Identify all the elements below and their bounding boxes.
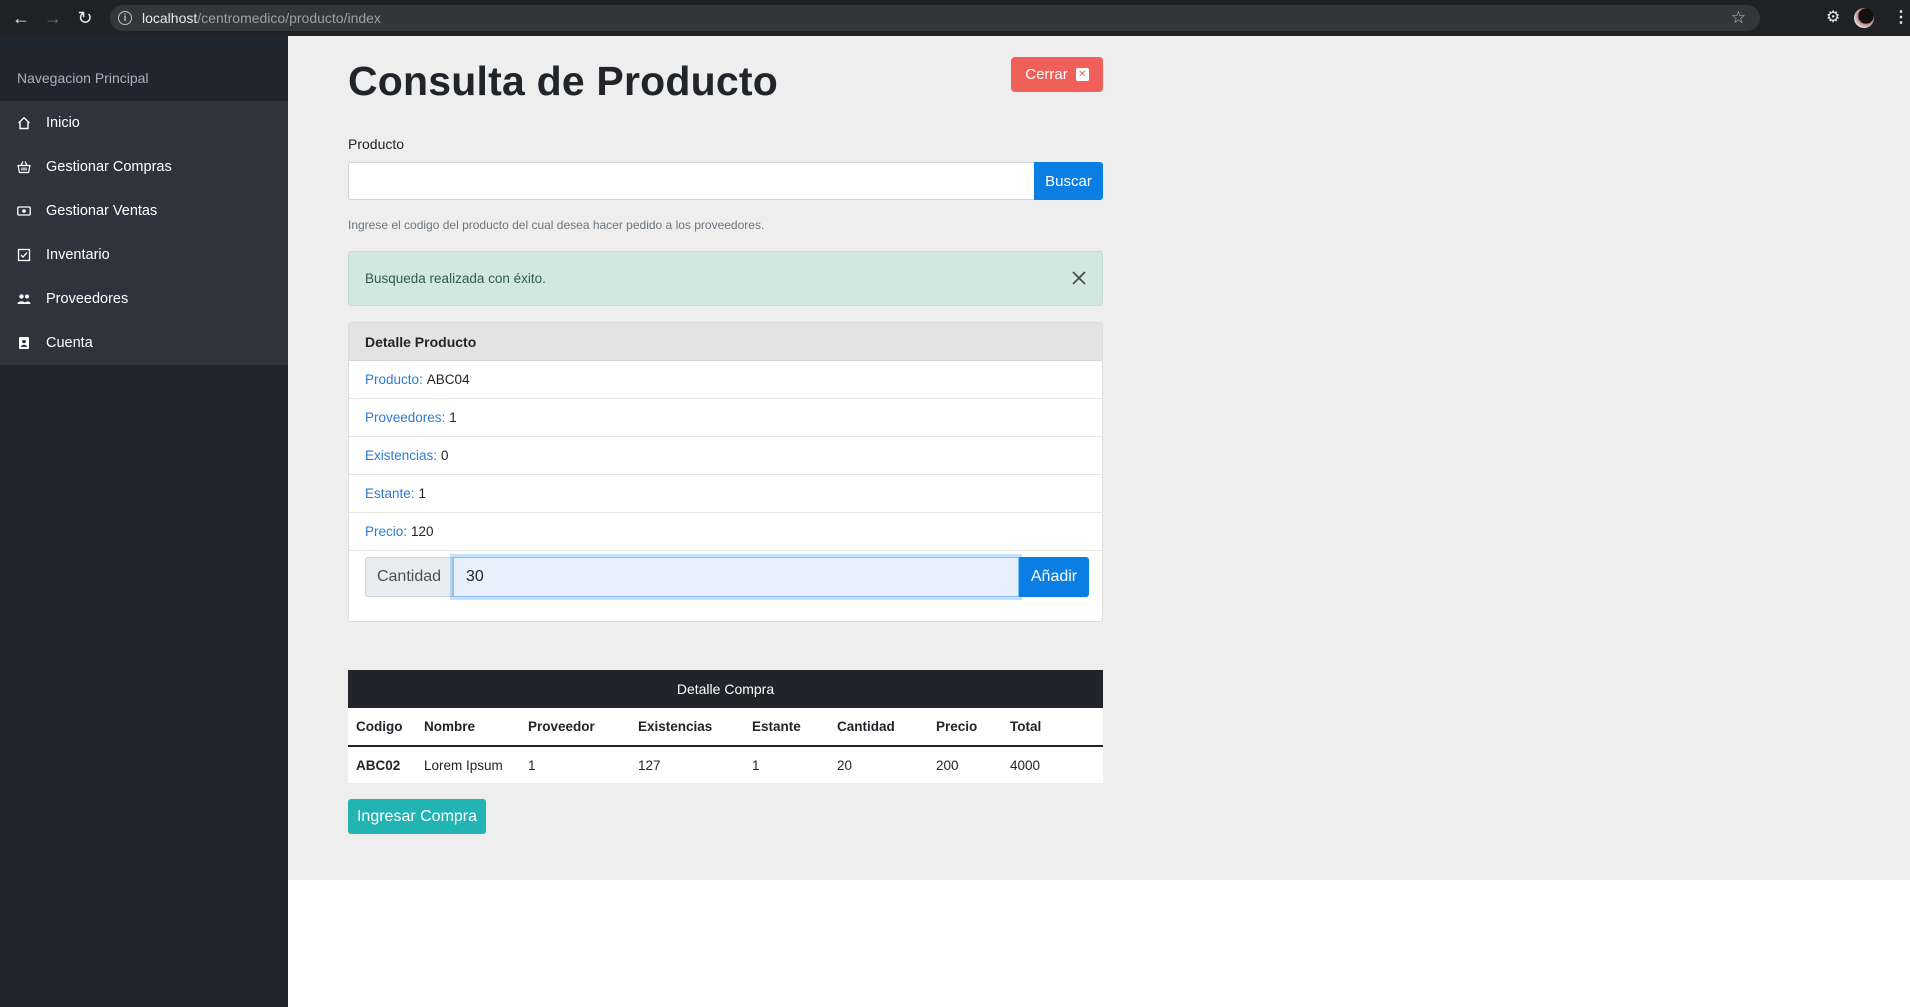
detail-value: 1	[449, 410, 457, 425]
add-button[interactable]: Añadir	[1019, 557, 1089, 597]
table-cell: 1	[752, 757, 760, 773]
sidebar-item-inicio[interactable]: Inicio	[0, 101, 288, 145]
extensions-puzzle-icon[interactable]: ⚙	[1826, 7, 1840, 27]
table-cell: 4000	[1010, 757, 1041, 773]
success-alert: Busqueda realizada con éxito.	[348, 251, 1103, 306]
page-title: Consulta de Producto	[348, 58, 778, 104]
product-detail-card: Detalle Producto Producto: ABC04 Proveed…	[348, 322, 1103, 622]
money-icon	[17, 204, 31, 218]
main-content: Consulta de Producto Cerrar ✕ Producto B…	[288, 36, 1910, 880]
address-bar[interactable]: i localhost /centromedico/producto/index…	[110, 5, 1760, 31]
url-host: localhost	[142, 10, 198, 26]
browser-toolbar: ← → ↻ i localhost /centromedico/producto…	[0, 0, 1910, 36]
table-cell: 200	[936, 757, 959, 773]
table-cell: 127	[638, 757, 661, 773]
detail-key: Existencias:	[365, 448, 438, 463]
users-icon	[17, 292, 31, 306]
table-cell: ABC02	[356, 757, 401, 773]
submit-purchase-button[interactable]: Ingresar Compra	[348, 799, 486, 834]
id-card-icon	[17, 336, 31, 350]
column-header: Codigo	[348, 708, 416, 747]
sidebar-item-inventario[interactable]: Inventario	[0, 233, 288, 277]
close-icon: ✕	[1075, 68, 1089, 81]
info-icon[interactable]: i	[118, 11, 132, 25]
close-button[interactable]: Cerrar ✕	[1011, 57, 1103, 92]
detail-key: Estante:	[365, 486, 415, 501]
product-field-label: Producto	[348, 136, 405, 152]
detail-row-estante: Estante: 1	[349, 475, 1102, 513]
column-header: Nombre	[416, 708, 520, 747]
home-icon	[17, 116, 31, 130]
browser-menu-icon[interactable]: ⋮	[1893, 7, 1909, 27]
sidebar-item-label: Gestionar Ventas	[46, 203, 158, 219]
reload-icon[interactable]: ↻	[70, 0, 100, 36]
detail-key: Proveedores:	[365, 410, 446, 425]
back-arrow-icon[interactable]: ←	[6, 0, 36, 36]
help-text: Ingrese el codigo del producto del cual …	[348, 218, 765, 232]
detail-value: ABC04	[426, 372, 470, 387]
column-header: Proveedor	[520, 708, 630, 747]
detail-value: 120	[411, 524, 434, 539]
alert-close-icon[interactable]	[1069, 268, 1089, 288]
detail-row-proveedores: Proveedores: 1	[349, 399, 1102, 437]
sidebar-item-label: Inventario	[46, 247, 110, 263]
sidebar-item-proveedores[interactable]: Proveedores	[0, 277, 288, 321]
profile-avatar[interactable]	[1854, 8, 1874, 28]
search-button[interactable]: Buscar	[1034, 162, 1103, 200]
table-cell: 20	[837, 757, 853, 773]
quantity-input-group: Cantidad Añadir	[365, 557, 1089, 597]
detail-row-precio: Precio: 120	[349, 513, 1102, 551]
table-row: ABC02 Lorem Ipsum 1 127 1 20 200 4000	[348, 746, 1103, 783]
checklist-icon	[17, 248, 31, 262]
column-header: Total	[1002, 708, 1103, 747]
sidebar-item-gestionar-compras[interactable]: Gestionar Compras	[0, 145, 288, 189]
forward-arrow-icon[interactable]: →	[38, 0, 68, 36]
alert-message: Busqueda realizada con éxito.	[365, 271, 546, 286]
product-search-input[interactable]	[348, 162, 1034, 200]
sidebar-item-label: Inicio	[46, 115, 80, 131]
detail-value: 0	[441, 448, 449, 463]
basket-icon	[17, 160, 31, 174]
column-header: Cantidad	[829, 708, 928, 747]
purchase-detail-table: Detalle Compra Codigo Nombre Proveedor E…	[348, 670, 1103, 783]
detail-key: Precio:	[365, 524, 408, 539]
column-header: Precio	[928, 708, 1002, 747]
card-header: Detalle Producto	[349, 323, 1102, 361]
sidebar-item-label: Proveedores	[46, 291, 129, 307]
sidebar: Navegacion Principal Inicio Gestionar Co…	[0, 36, 288, 1007]
quantity-label: Cantidad	[365, 557, 453, 597]
detail-value: 1	[418, 486, 427, 501]
close-button-label: Cerrar	[1025, 66, 1068, 83]
sidebar-item-cuenta[interactable]: Cuenta	[0, 321, 288, 365]
detail-row-producto: Producto: ABC04	[349, 361, 1102, 399]
table-caption: Detalle Compra	[348, 670, 1103, 708]
table-cell: Lorem Ipsum	[424, 757, 503, 773]
column-header: Existencias	[630, 708, 744, 747]
sidebar-item-label: Cuenta	[46, 335, 93, 351]
column-header: Estante	[744, 708, 829, 747]
url-path: /centromedico/producto/index	[197, 10, 381, 26]
quantity-input[interactable]	[453, 557, 1019, 597]
sidebar-item-gestionar-ventas[interactable]: Gestionar Ventas	[0, 189, 288, 233]
table-header-row: Codigo Nombre Proveedor Existencias Esta…	[348, 708, 1103, 747]
detail-row-existencias: Existencias: 0	[349, 437, 1102, 475]
sidebar-nav: Inicio Gestionar Compras Gestionar Venta…	[0, 101, 288, 365]
sidebar-heading: Navegacion Principal	[17, 70, 149, 86]
bookmark-star-icon[interactable]: ☆	[1731, 8, 1746, 28]
table-cell: 1	[528, 757, 536, 773]
sidebar-item-label: Gestionar Compras	[46, 159, 172, 175]
detail-key: Producto:	[365, 372, 423, 387]
